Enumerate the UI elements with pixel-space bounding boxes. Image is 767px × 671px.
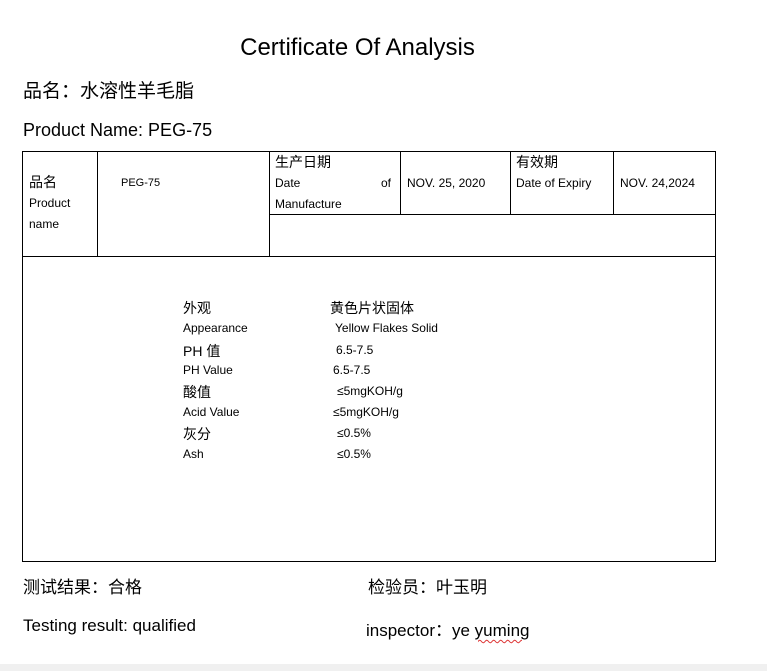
table-divider-v4 [510,152,511,214]
table-divider-v3 [400,152,401,214]
mfg-value: NOV. 25, 2020 [407,176,486,190]
exp-label-cn: 有效期 [516,154,558,170]
property-label: Appearance [183,321,248,335]
mfg-label-cn: 生产日期 [275,154,331,170]
mfg-label-en-1: Date [275,176,301,190]
name-label-en-2: name [29,217,60,231]
property-label: 灰分 [183,426,211,442]
property-value: Yellow Flakes Solid [335,321,438,335]
product-name-en: Product Name: PEG-75 [23,120,213,140]
inspector-en-label: inspector：ye [366,621,475,640]
property-value: 黄色片状固体 [330,300,414,316]
table-divider-header [23,256,715,257]
property-value: 6.5-7.5 [336,343,374,357]
mfg-label-en-of: of [381,176,392,190]
inspector-en-name: yuming [474,621,530,640]
table-divider-v5 [613,152,614,214]
analysis-table: 品名 Product name PEG-75 生产日期 Date of Manu… [22,151,716,562]
property-value: ≤0.5% [337,426,371,440]
name-label-cn: 品名 [29,174,57,190]
property-label: Ash [183,447,204,461]
property-label: 酸值 [183,384,211,400]
table-divider-v2 [269,152,270,256]
mfg-label-en-2: Manufacture [275,197,342,211]
test-result-en: Testing result: qualified [23,616,196,635]
product-value: PEG-75 [121,177,161,189]
exp-value: NOV. 24,2024 [620,176,695,190]
property-label: Acid Value [183,405,240,419]
table-divider-dates [269,214,715,215]
test-result-cn: 测试结果：合格 [23,578,142,597]
property-label: 外观 [183,300,211,316]
exp-label-en: Date of Expiry [516,176,592,190]
property-value: ≤5mgKOH/g [337,384,403,398]
property-label: PH 值 [183,343,221,359]
property-label: PH Value [183,363,233,377]
property-value: ≤5mgKOH/g [333,405,399,419]
table-divider-v1 [97,152,98,256]
product-name-cn: 品名：水溶性羊毛脂 [23,81,195,102]
inspector-en: inspector：ye yuming [366,616,529,641]
property-value: 6.5-7.5 [333,363,371,377]
name-label-en-1: Product [29,196,71,210]
page-bottom-edge [0,664,767,671]
property-value: ≤0.5% [337,447,371,461]
document-title: Certificate Of Analysis [240,34,475,61]
inspector-cn: 检验员：叶玉明 [368,578,487,597]
